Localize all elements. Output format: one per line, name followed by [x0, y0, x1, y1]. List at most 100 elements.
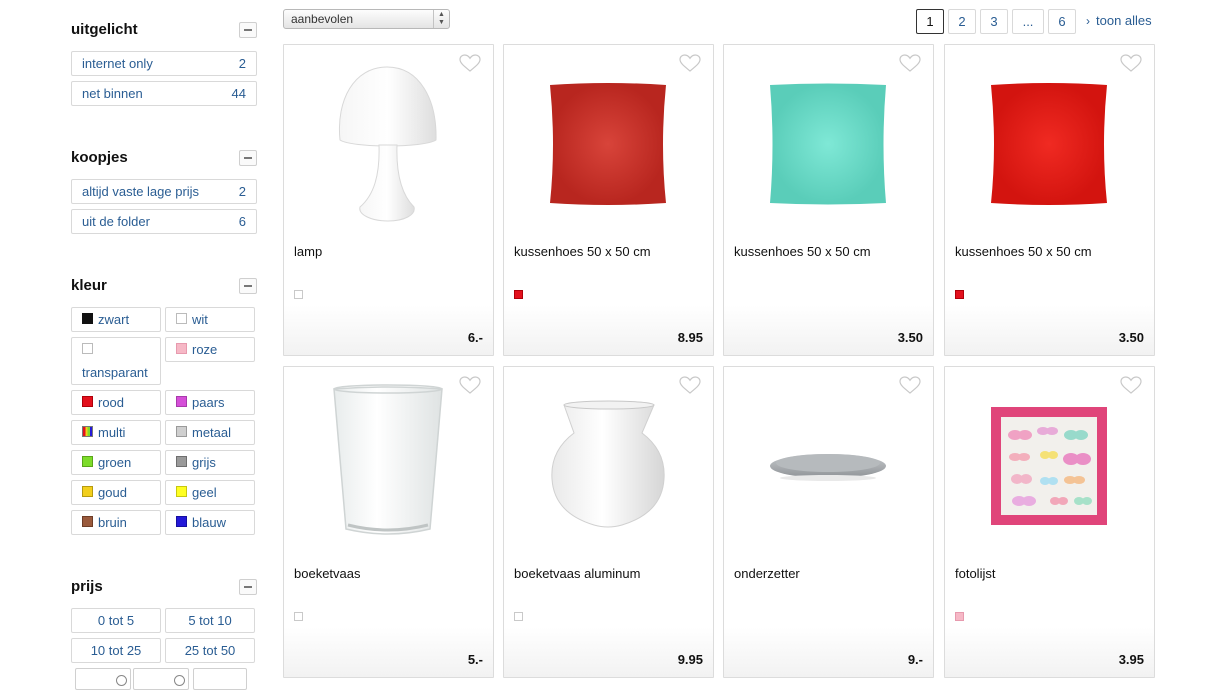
color-swatch[interactable] [294, 290, 303, 299]
price-apply-button[interactable] [193, 668, 247, 690]
filter-count: 2 [238, 184, 246, 199]
color-filter-rood[interactable]: rood [71, 390, 161, 415]
collapse-icon[interactable] [239, 278, 257, 294]
section-title: kleur [71, 277, 107, 294]
product-card-kussenhoes-turquoise[interactable]: kussenhoes 50 x 50 cm 3.50 [723, 44, 934, 356]
red-cushion-image [991, 83, 1107, 205]
color-filter-grijs[interactable]: grijs [165, 450, 255, 475]
section-prijs-header: prijs [71, 577, 257, 597]
collapse-icon[interactable] [239, 579, 257, 595]
color-filter-groen[interactable]: groen [71, 450, 161, 475]
color-filter-metaal[interactable]: metaal [165, 420, 255, 445]
product-name[interactable]: onderzetter [734, 566, 800, 581]
sort-value: aanbevolen [291, 12, 354, 26]
filter-altijd-vaste-lage-prijs[interactable]: altijd vaste lage prijs 2 [71, 179, 257, 204]
product-card-kussenhoes-red-2[interactable]: kussenhoes 50 x 50 cm 3.50 [944, 44, 1155, 356]
color-label: groen [98, 455, 132, 470]
favorite-heart-icon[interactable] [899, 54, 921, 73]
filter-uit-de-folder[interactable]: uit de folder 6 [71, 209, 257, 234]
color-swatch [82, 426, 93, 437]
color-swatch [82, 313, 93, 324]
product-name[interactable]: lamp [294, 244, 322, 259]
color-filter-geel[interactable]: geel [165, 480, 255, 505]
favorite-heart-icon[interactable] [899, 376, 921, 395]
color-label: grijs [192, 455, 216, 470]
favorite-heart-icon[interactable] [459, 54, 481, 73]
color-label: metaal [192, 425, 232, 440]
color-label: paars [192, 395, 225, 410]
page-2-button[interactable]: 2 [948, 9, 976, 34]
color-swatch[interactable] [514, 290, 523, 299]
section-koopjes-header: koopjes [71, 148, 257, 168]
color-filter-wit[interactable]: wit [165, 307, 255, 332]
color-swatch[interactable] [955, 612, 964, 621]
page-1-button[interactable]: 1 [916, 9, 944, 34]
color-swatch[interactable] [514, 612, 523, 621]
red-cushion-image [550, 83, 666, 205]
product-card-boeketvaas-aluminum[interactable]: boeketvaas aluminum 9.95 [503, 366, 714, 678]
filter-net-binnen[interactable]: net binnen 44 [71, 81, 257, 106]
color-filter-roze[interactable]: roze [165, 337, 255, 362]
color-filter-blauw[interactable]: blauw [165, 510, 255, 535]
favorite-heart-icon[interactable] [1120, 54, 1142, 73]
price-min-input[interactable] [75, 668, 131, 690]
color-swatch[interactable] [294, 612, 303, 621]
product-price: 3.95 [1118, 652, 1144, 667]
favorite-heart-icon[interactable] [679, 376, 701, 395]
color-label: rood [98, 395, 125, 410]
color-filter-multi[interactable]: multi [71, 420, 161, 445]
color-filter-zwart[interactable]: zwart [71, 307, 161, 332]
color-filter-transparant[interactable]: transparant [71, 337, 161, 385]
favorite-heart-icon[interactable] [679, 54, 701, 73]
collapse-icon[interactable] [239, 150, 257, 166]
page-6-button[interactable]: 6 [1048, 9, 1076, 34]
price-range-25-50[interactable]: 25 tot 50 [165, 638, 255, 663]
price-range-10-25[interactable]: 10 tot 25 [71, 638, 161, 663]
show-all-link[interactable]: › toon alles [1086, 13, 1152, 28]
sort-select[interactable]: aanbevolen ▲ ▼ [283, 9, 450, 29]
product-name[interactable]: boeketvaas [294, 566, 361, 581]
color-filter-paars[interactable]: paars [165, 390, 255, 415]
filter-count: 6 [238, 214, 246, 229]
color-filter-bruin[interactable]: bruin [71, 510, 161, 535]
product-name[interactable]: kussenhoes 50 x 50 cm [955, 244, 1092, 259]
product-name[interactable]: fotolijst [955, 566, 995, 581]
color-swatch [82, 516, 93, 527]
favorite-heart-icon[interactable] [459, 376, 481, 395]
product-name[interactable]: kussenhoes 50 x 50 cm [514, 244, 651, 259]
product-name[interactable]: kussenhoes 50 x 50 cm [734, 244, 871, 259]
color-label: zwart [98, 312, 130, 327]
page-3-button[interactable]: 3 [980, 9, 1008, 34]
section-title: uitgelicht [71, 21, 138, 38]
color-swatch [82, 486, 93, 497]
product-price: 9.- [907, 652, 923, 667]
color-filter-goud[interactable]: goud [71, 480, 161, 505]
color-swatch [176, 516, 187, 527]
product-price: 5.- [467, 652, 483, 667]
price-range-5-10[interactable]: 5 tot 10 [165, 608, 255, 633]
color-swatch [176, 456, 187, 467]
color-swatch [176, 396, 187, 407]
spinner-icon[interactable] [174, 675, 185, 686]
filter-label: altijd vaste lage prijs [82, 184, 200, 199]
glass-vase-image [333, 384, 443, 535]
product-card-onderzetter[interactable]: onderzetter 9.- [723, 366, 934, 678]
color-swatch[interactable] [955, 290, 964, 299]
page-ellipsis[interactable]: ... [1012, 9, 1044, 34]
product-card-lamp[interactable]: lamp 6.- [283, 44, 494, 356]
favorite-heart-icon[interactable] [1120, 376, 1142, 395]
color-label: bruin [98, 515, 127, 530]
price-max-input[interactable] [133, 668, 189, 690]
product-card-kussenhoes-red[interactable]: kussenhoes 50 x 50 cm 8.95 [503, 44, 714, 356]
collapse-icon[interactable] [239, 22, 257, 38]
product-card-boeketvaas[interactable]: boeketvaas 5.- [283, 366, 494, 678]
filter-label: internet only [82, 56, 153, 71]
filter-internet-only[interactable]: internet only 2 [71, 51, 257, 76]
section-kleur-header: kleur [71, 276, 257, 296]
spinner-icon[interactable] [116, 675, 127, 686]
product-name[interactable]: boeketvaas aluminum [514, 566, 640, 581]
color-swatch [176, 343, 187, 354]
color-swatch [82, 343, 93, 354]
product-card-fotolijst[interactable]: fotolijst 3.95 [944, 366, 1155, 678]
price-range-0-5[interactable]: 0 tot 5 [71, 608, 161, 633]
